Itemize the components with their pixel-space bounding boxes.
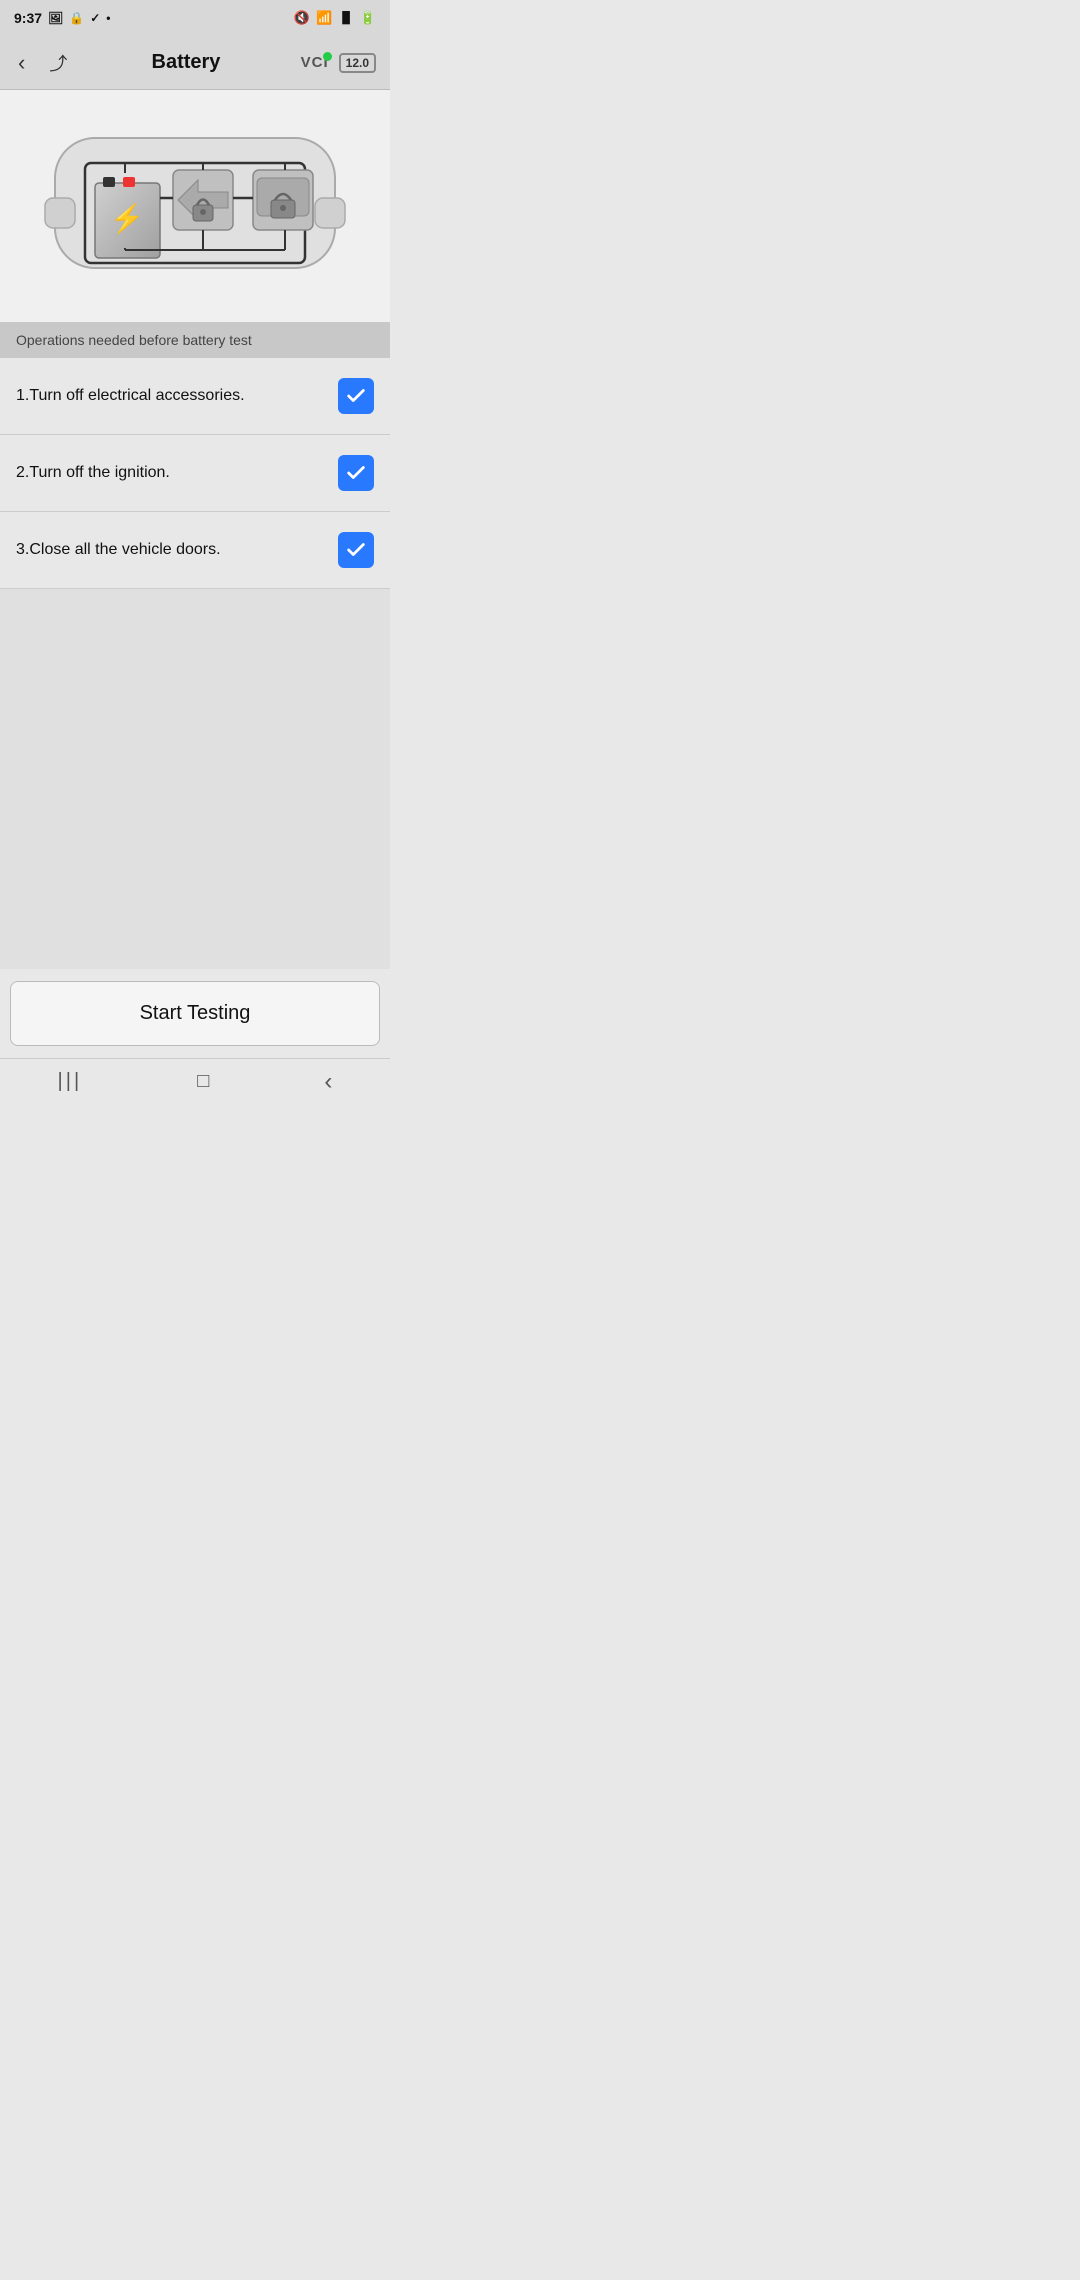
- vci-badge: VCI: [301, 54, 329, 71]
- signal-icon: ▐▌: [338, 12, 354, 24]
- car-diagram: ⚡: [0, 90, 390, 322]
- status-right: 🔇 📶 ▐▌ 🔋: [294, 10, 376, 26]
- mute-icon: 🔇: [294, 10, 310, 26]
- back-nav-button[interactable]: ‹: [300, 1060, 356, 1104]
- status-left: 9:37 🖼 🔒 ✓ •: [14, 10, 110, 26]
- checklist-label-3: 3.Close all the vehicle doors.: [16, 541, 338, 559]
- operations-header-label: Operations needed before battery test: [16, 332, 252, 348]
- menu-button[interactable]: |||: [34, 1062, 107, 1101]
- nav-left: ‹ ⤴: [14, 46, 71, 80]
- bottom-nav: ||| □ ‹: [0, 1058, 390, 1108]
- gallery-icon: 🖼: [48, 11, 63, 25]
- dot-icon: •: [106, 11, 110, 25]
- checkbox-2[interactable]: [338, 455, 374, 491]
- wifi-icon: 📶: [316, 10, 332, 26]
- back-button[interactable]: ‹: [14, 46, 29, 80]
- status-bar: 9:37 🖼 🔒 ✓ • 🔇 📶 ▐▌ 🔋: [0, 0, 390, 36]
- checkbox-1[interactable]: [338, 378, 374, 414]
- car-svg: ⚡: [25, 108, 365, 308]
- empty-area: [0, 589, 390, 969]
- checklist-label-2: 2.Turn off the ignition.: [16, 464, 338, 482]
- lock-icon: 🔒: [69, 11, 84, 25]
- status-time: 9:37: [14, 10, 42, 26]
- operations-header: Operations needed before battery test: [0, 322, 390, 358]
- checklist: 1.Turn off electrical accessories. 2.Tur…: [0, 358, 390, 589]
- page-title: Battery: [71, 51, 300, 74]
- checklist-item-1: 1.Turn off electrical accessories.: [0, 358, 390, 435]
- checklist-item-2: 2.Turn off the ignition.: [0, 435, 390, 512]
- checklist-label-1: 1.Turn off electrical accessories.: [16, 387, 338, 405]
- share-button[interactable]: ⤴: [45, 46, 71, 80]
- version-box: 12.0: [339, 53, 376, 73]
- vci-connected-dot: [323, 52, 332, 61]
- battery-icon: 🔋: [360, 10, 376, 26]
- start-testing-button[interactable]: Start Testing: [10, 981, 380, 1046]
- svg-text:⚡: ⚡: [110, 202, 145, 235]
- nav-right: VCI 12.0: [301, 53, 376, 73]
- check-icon: ✓: [90, 11, 100, 25]
- checkbox-3[interactable]: [338, 532, 374, 568]
- nav-bar: ‹ ⤴ Battery VCI 12.0: [0, 36, 390, 90]
- home-button[interactable]: □: [173, 1062, 233, 1101]
- checklist-item-3: 3.Close all the vehicle doors.: [0, 512, 390, 589]
